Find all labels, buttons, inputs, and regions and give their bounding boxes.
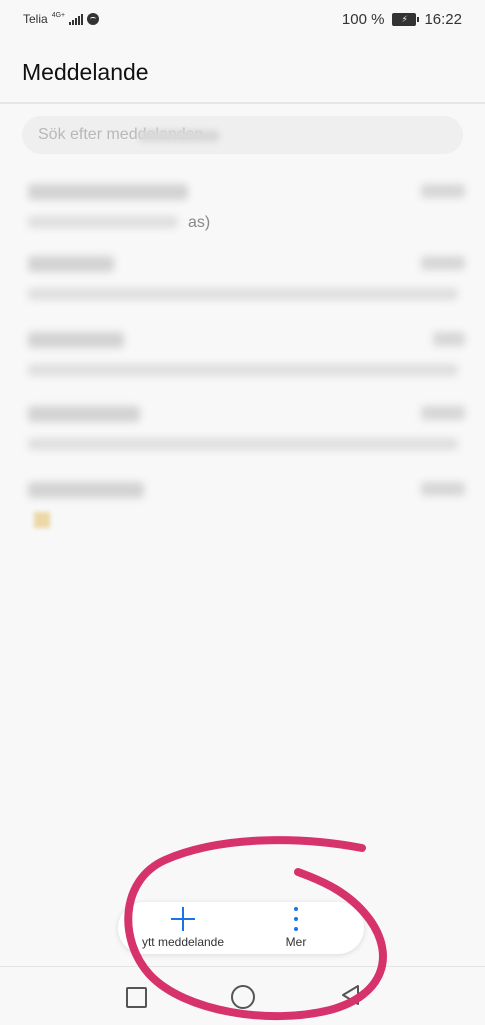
network-type: 4G+ [51, 11, 66, 19]
conversation-item[interactable]: as) [0, 178, 485, 242]
battery-icon: ⚡ [392, 13, 420, 26]
clock: 16:22 [424, 11, 462, 28]
carrier-name: Telia [23, 12, 48, 26]
more-button[interactable]: Mer [268, 902, 324, 954]
bottom-action-bar: ytt meddelande Mer [118, 902, 364, 954]
conversation-snippet-redacted [28, 288, 458, 300]
system-nav-bar [0, 966, 485, 1025]
conversation-item[interactable] [0, 476, 485, 540]
more-vertical-icon [294, 907, 298, 931]
search-redaction [138, 130, 220, 142]
conversation-name-redacted [28, 482, 144, 498]
conversation-item[interactable] [0, 400, 485, 464]
plus-icon [171, 907, 195, 931]
conversation-date-redacted [421, 482, 465, 496]
conversation-snippet-redacted [28, 216, 178, 228]
conversation-snippet-redacted [28, 364, 458, 376]
back-icon[interactable] [340, 984, 360, 1006]
conversation-date-redacted [433, 332, 465, 346]
conversation-name-redacted [28, 332, 124, 348]
conversation-snippet-redacted [28, 438, 458, 450]
more-label: Mer [285, 935, 307, 949]
conversation-date-redacted [421, 256, 465, 270]
conversation-snippet: as) [188, 214, 211, 231]
status-right: 100 % ⚡ 16:22 [342, 11, 462, 28]
header-divider [0, 102, 485, 104]
conversation-date-redacted [421, 184, 465, 198]
status-left: Telia 4G+ [23, 11, 100, 26]
status-bar: Telia 4G+ 100 % ⚡ 16:22 [0, 0, 485, 40]
battery-percent: 100 % [341, 11, 385, 28]
conversation-name-redacted [28, 184, 188, 200]
conversation-item[interactable] [0, 326, 485, 390]
home-icon[interactable] [231, 985, 255, 1009]
new-message-label: ytt meddelande [141, 935, 225, 949]
conversation-item[interactable] [0, 250, 485, 314]
conversation-date-redacted [421, 406, 465, 420]
recents-icon[interactable] [126, 987, 147, 1008]
spotify-icon [87, 13, 100, 25]
conversation-name-redacted [28, 406, 140, 422]
signal-icon [69, 13, 84, 25]
new-message-button[interactable]: ytt meddelande [128, 902, 238, 954]
page-title: Meddelande [22, 59, 149, 85]
emoji-icon [34, 512, 50, 528]
search-input[interactable]: Sök efter meddelanden [22, 116, 463, 154]
conversation-name-redacted [28, 256, 114, 272]
